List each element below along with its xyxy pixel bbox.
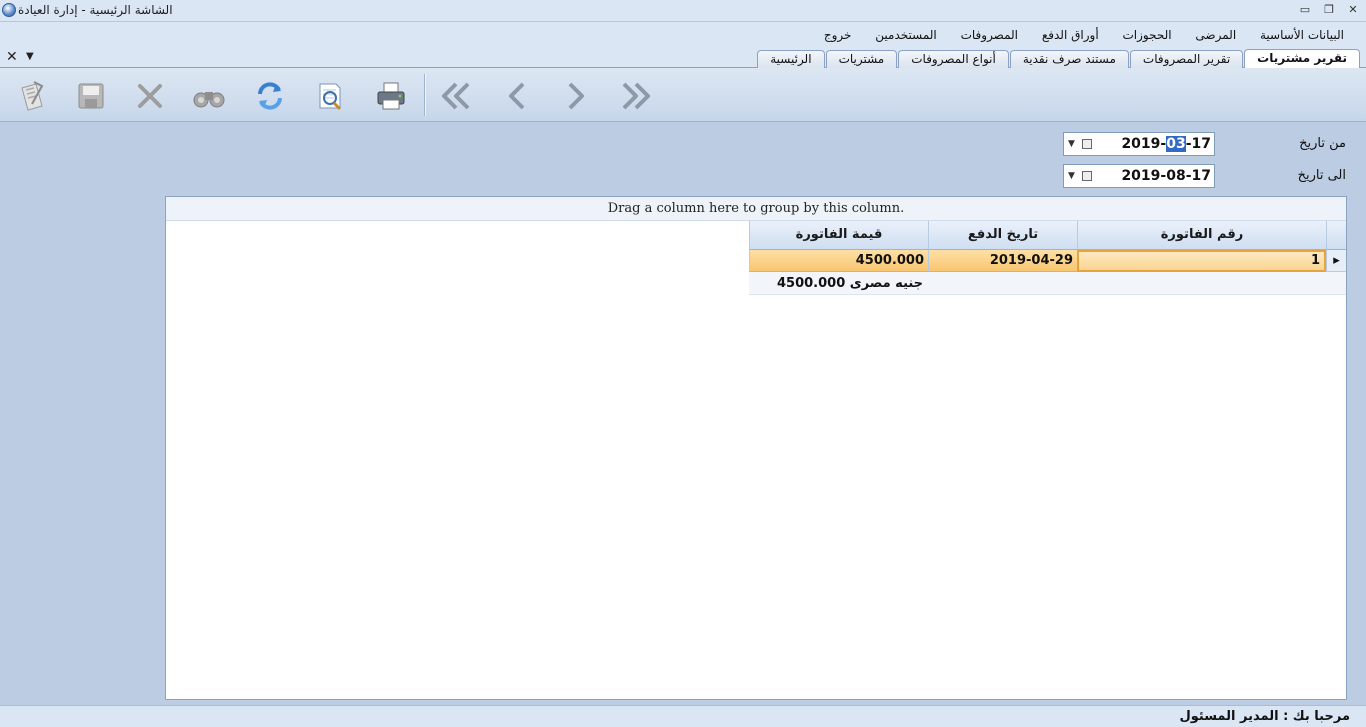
toolbar-separator xyxy=(424,74,426,116)
chevron-down-icon[interactable]: ▼ xyxy=(1068,139,1075,149)
calendar-icon[interactable] xyxy=(1082,139,1092,149)
group-by-panel[interactable]: Drag a column here to group by this colu… xyxy=(166,197,1346,221)
from-date-year: 2019 xyxy=(1121,136,1161,152)
invoice-value-total: 4500.000 جنيه مصرى xyxy=(777,276,924,291)
menu-users[interactable]: المستخدمين xyxy=(865,22,946,48)
status-bar: مرحبا بك : المدير المسئول xyxy=(0,705,1366,727)
tab-list-icon[interactable]: ▼ xyxy=(26,49,34,65)
welcome-text: مرحبا بك : المدير المسئول xyxy=(1179,709,1350,724)
from-date-day: 17 xyxy=(1191,136,1211,152)
from-date-month: 03 xyxy=(1166,136,1186,152)
from-date-value[interactable]: 2019-03-17 xyxy=(1121,136,1211,152)
first-record-icon[interactable] xyxy=(436,76,476,116)
cell-invoice-value[interactable]: 4500.000 xyxy=(749,250,928,272)
calendar-icon[interactable] xyxy=(1082,171,1092,181)
title-bar: الشاشة الرئيسية - إدارة العيادة ▭ ❐ ✕ xyxy=(0,0,1366,22)
grid-total-row: 4500.000 جنيه مصرى xyxy=(749,272,1346,295)
cell-payment-date[interactable]: 2019-04-29 xyxy=(928,250,1077,272)
app-icon xyxy=(2,3,16,17)
column-header-invoice-number[interactable]: رقم الفاتورة xyxy=(1077,221,1326,250)
delete-icon[interactable] xyxy=(130,76,170,116)
binoculars-icon[interactable] xyxy=(189,76,229,116)
from-date-label: من تاريخ xyxy=(1299,136,1346,151)
to-date-day: 17 xyxy=(1191,168,1211,184)
tab-strip: ✕ ▼ تقرير مشترياتتقرير المصروفاتمستند صر… xyxy=(0,48,1366,68)
to-date-month: 08 xyxy=(1166,168,1186,184)
checklist-icon[interactable] xyxy=(12,76,52,116)
chevron-down-icon[interactable]: ▼ xyxy=(1068,171,1075,181)
menu-payment-papers[interactable]: أوراق الدفع xyxy=(1032,22,1109,48)
table-row[interactable]: 4500.000 2019-04-29 1 ▸ xyxy=(749,250,1346,272)
menu-reservations[interactable]: الحجوزات xyxy=(1112,22,1181,48)
next-record-icon[interactable] xyxy=(556,76,596,116)
last-record-icon[interactable] xyxy=(616,76,656,116)
refresh-icon[interactable] xyxy=(250,76,290,116)
toolbar xyxy=(0,68,1366,122)
tab-purchases[interactable]: مشتريات xyxy=(825,50,898,68)
to-date-label: الى تاريخ xyxy=(1297,168,1346,183)
restore-button[interactable]: ❐ xyxy=(1320,2,1338,18)
menu-exit[interactable]: خروج xyxy=(814,22,862,48)
purchases-grid[interactable]: Drag a column here to group by this colu… xyxy=(165,196,1347,700)
tab-purchases-report[interactable]: تقرير مشتريات xyxy=(1244,49,1360,68)
print-icon[interactable] xyxy=(371,76,411,116)
to-date-picker[interactable]: ▼ 2019-08-17 xyxy=(1063,164,1215,188)
grid-header: قيمة الفاتورة تاريخ الدفع رقم الفاتورة xyxy=(749,221,1346,250)
tab-home[interactable]: الرئيسية xyxy=(757,50,825,68)
column-header-invoice-value[interactable]: قيمة الفاتورة xyxy=(749,221,928,250)
menu-expenses[interactable]: المصروفات xyxy=(951,22,1028,48)
preview-icon[interactable] xyxy=(310,76,350,116)
column-header-payment-date[interactable]: تاريخ الدفع xyxy=(928,221,1077,250)
to-date-value[interactable]: 2019-08-17 xyxy=(1121,168,1211,184)
previous-record-icon[interactable] xyxy=(497,76,537,116)
column-header-indicator xyxy=(1326,221,1346,250)
close-tab-icon[interactable]: ✕ xyxy=(6,49,18,65)
to-date-year: 2019 xyxy=(1121,168,1161,184)
minimize-button[interactable]: ▭ xyxy=(1296,2,1314,18)
menu-patients[interactable]: المرضى xyxy=(1185,22,1246,48)
cell-invoice-number[interactable]: 1 xyxy=(1077,250,1326,272)
close-window-button[interactable]: ✕ xyxy=(1344,2,1362,18)
row-indicator-icon: ▸ xyxy=(1326,250,1346,272)
tab-cash-voucher[interactable]: مستند صرف نقدية xyxy=(1009,50,1129,68)
menu-basic-data[interactable]: البيانات الأساسية xyxy=(1250,22,1354,48)
save-icon[interactable] xyxy=(71,76,111,116)
from-date-picker[interactable]: ▼ 2019-03-17 xyxy=(1063,132,1215,156)
menu-bar: البيانات الأساسية المرضى الحجوزات أوراق … xyxy=(0,22,1366,48)
window-title: الشاشة الرئيسية - إدارة العيادة xyxy=(18,3,173,17)
tab-expenses-report[interactable]: تقرير المصروفات xyxy=(1129,50,1244,68)
tab-expense-types[interactable]: أنواع المصروفات xyxy=(898,50,1009,68)
tabs: تقرير مشترياتتقرير المصروفاتمستند صرف نق… xyxy=(756,49,1360,68)
